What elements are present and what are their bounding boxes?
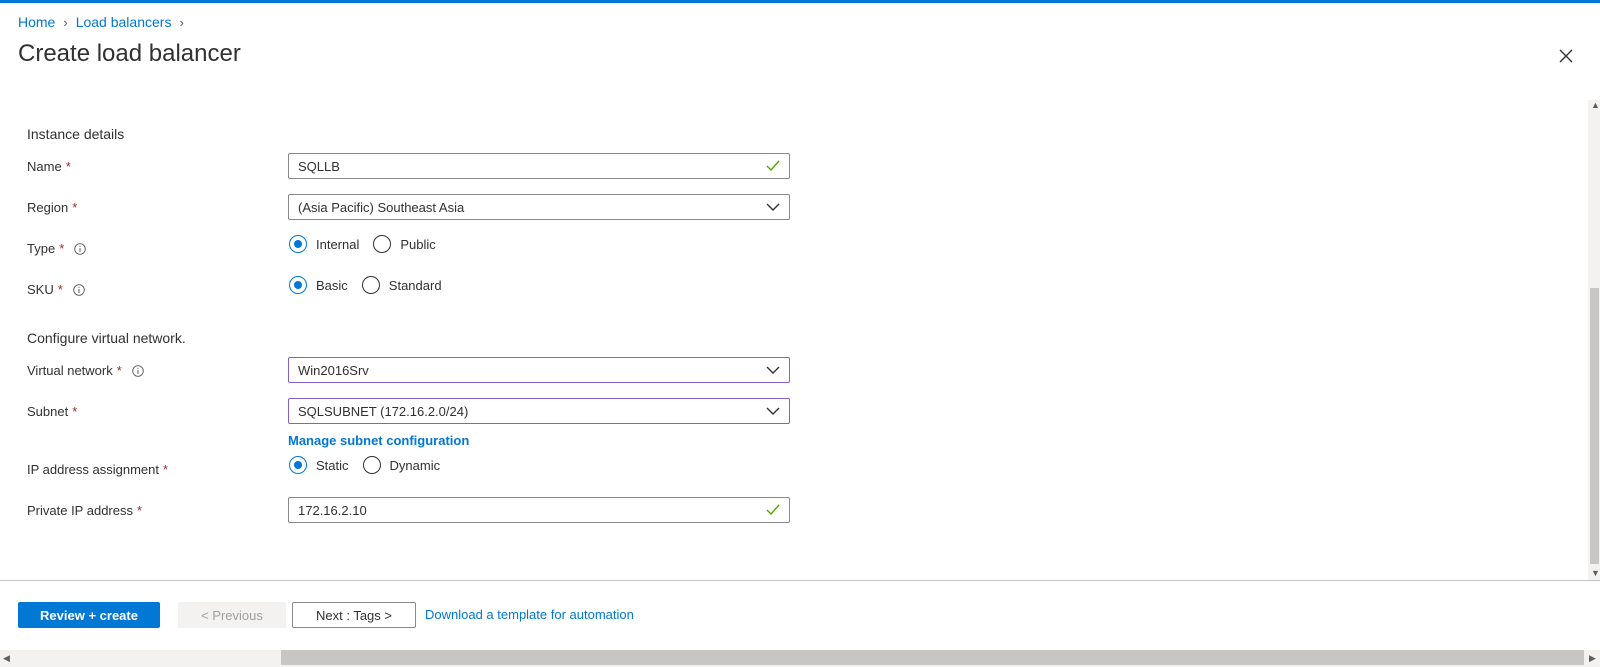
form-area: Instance details Name * SQLLB Region * (… (0, 100, 1588, 580)
name-label: Name * (27, 159, 71, 174)
breadcrumb: Home › Load balancers › (18, 14, 192, 30)
subnet-dropdown[interactable]: SQLSUBNET (172.16.2.0/24) (288, 398, 790, 424)
horizontal-scroll-thumb[interactable] (281, 650, 1584, 665)
vertical-scroll-thumb[interactable] (1590, 288, 1599, 564)
virtual-network-label: Virtual network * (27, 363, 144, 378)
required-mark: * (72, 404, 78, 419)
info-icon[interactable] (74, 242, 87, 255)
type-radio-group: Internal Public (289, 235, 450, 253)
virtual-network-dropdown[interactable]: Win2016Srv (288, 357, 790, 383)
sku-basic-radio[interactable]: Basic (289, 276, 348, 294)
sku-radio-group: Basic Standard (289, 276, 456, 294)
private-ip-label: Private IP address * (27, 503, 143, 518)
ip-assignment-radio-group: Static Dynamic (289, 456, 454, 474)
info-icon[interactable] (132, 364, 144, 377)
checkmark-icon (766, 160, 780, 172)
previous-button: < Previous (178, 602, 286, 628)
review-create-button[interactable]: Review + create (18, 602, 160, 628)
subnet-label: Subnet * (27, 404, 78, 419)
type-label: Type * (27, 241, 87, 256)
region-dropdown[interactable]: (Asia Pacific) Southeast Asia (288, 194, 790, 220)
sku-standard-radio[interactable]: Standard (361, 276, 442, 294)
ip-static-radio[interactable]: Static (289, 456, 349, 474)
scroll-down-icon[interactable]: ▼ (1591, 568, 1600, 578)
required-mark: * (59, 241, 65, 256)
section-instance-details: Instance details (27, 126, 125, 142)
chevron-right-icon: › (63, 14, 68, 30)
scroll-left-icon[interactable]: ◀ (3, 653, 10, 664)
chevron-right-icon: › (179, 14, 184, 30)
horizontal-scrollbar[interactable]: ◀ ▶ (0, 650, 1600, 667)
chevron-down-icon (766, 366, 780, 374)
next-tags-button[interactable]: Next : Tags > (292, 602, 416, 628)
private-ip-field[interactable]: 172.16.2.10 (288, 497, 790, 523)
footer-divider (0, 580, 1600, 581)
type-internal-radio[interactable]: Internal (289, 235, 359, 253)
type-public-radio[interactable]: Public (373, 235, 436, 253)
required-mark: * (163, 462, 169, 477)
scroll-up-icon[interactable]: ▲ (1591, 100, 1600, 110)
required-mark: * (57, 282, 63, 297)
section-configure-vnet: Configure virtual network. (27, 330, 186, 346)
ip-assignment-label: IP address assignment * (27, 462, 169, 477)
sku-label: SKU * (27, 282, 85, 297)
scroll-right-icon[interactable]: ▶ (1589, 653, 1596, 664)
required-mark: * (72, 200, 78, 215)
vertical-scrollbar[interactable]: ▲ ▼ (1588, 100, 1600, 580)
page-title: Create load balancer (18, 40, 241, 67)
checkmark-icon (766, 504, 780, 516)
required-mark: * (116, 363, 122, 378)
breadcrumb-load-balancers[interactable]: Load balancers (76, 14, 172, 30)
manage-subnet-link[interactable]: Manage subnet configuration (288, 433, 469, 448)
info-icon[interactable] (73, 283, 85, 296)
chevron-down-icon (766, 407, 780, 415)
chevron-down-icon (766, 203, 780, 211)
required-mark: * (65, 159, 71, 174)
top-accent-bar (0, 0, 1600, 3)
breadcrumb-home[interactable]: Home (18, 14, 55, 30)
close-icon[interactable] (1556, 46, 1576, 66)
ip-dynamic-radio[interactable]: Dynamic (362, 456, 440, 474)
region-label: Region * (27, 200, 78, 215)
download-template-link[interactable]: Download a template for automation (425, 607, 634, 622)
required-mark: * (136, 503, 143, 518)
name-field[interactable]: SQLLB (288, 153, 790, 179)
